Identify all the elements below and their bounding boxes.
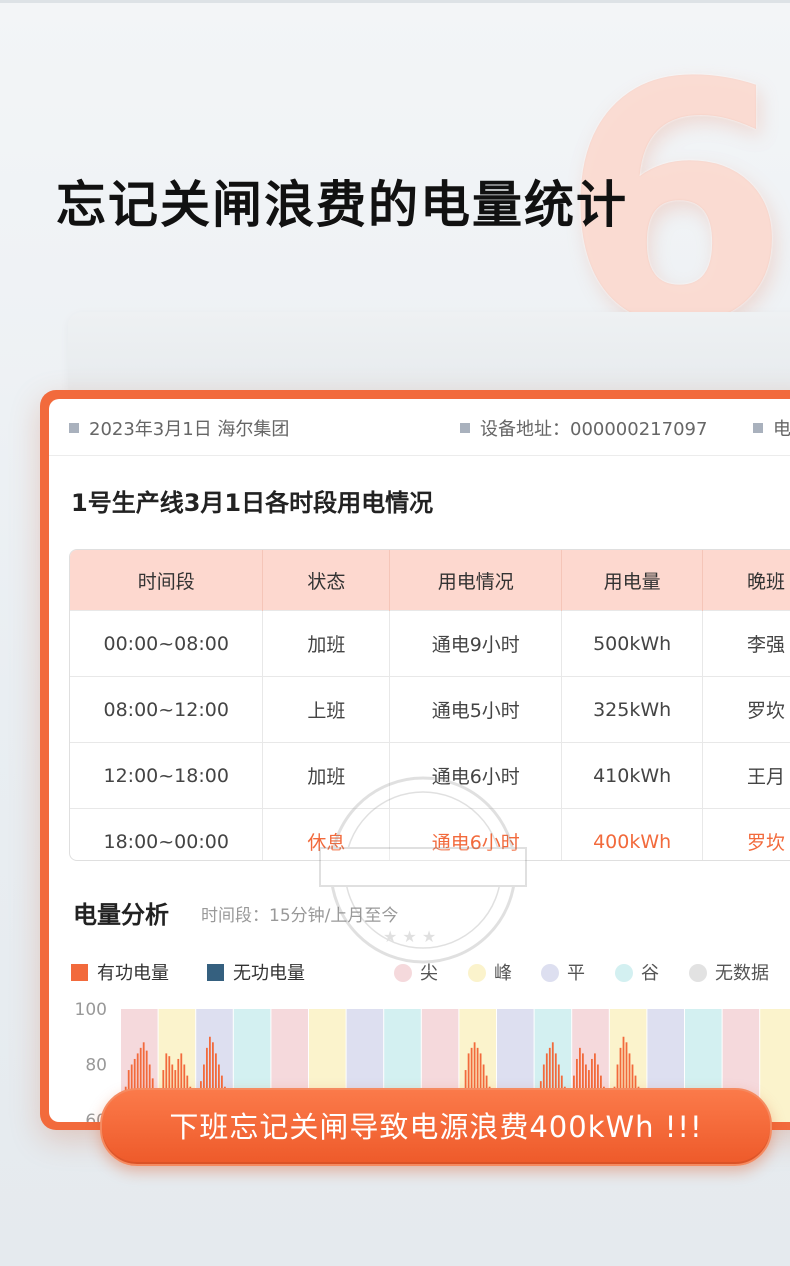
cell-usage: 通电6小时 <box>389 808 563 860</box>
legend-reactive[interactable]: 无功电量 <box>207 959 305 985</box>
legend-sharp[interactable]: 尖 <box>394 959 438 985</box>
cell-status: 加班 <box>262 742 391 809</box>
column-header: 状态 <box>262 550 391 611</box>
analysis-title: 电量分析 <box>73 901 169 929</box>
analysis-subtitle: 时间段：15分钟/上月至今 <box>201 906 399 926</box>
table-row: 00:00~08:00 加班 通电9小时 500kWh 李强 <box>70 610 790 677</box>
legend-label: 尖 <box>420 963 438 984</box>
active-swatch-icon <box>71 964 88 981</box>
cell-kwh: 500kWh <box>561 610 704 677</box>
legend-label: 有功电量 <box>97 963 169 984</box>
square-bullet-icon <box>460 423 470 433</box>
legend-label: 无数据 <box>715 963 769 984</box>
cell-period: 12:00~18:00 <box>70 742 264 809</box>
report-card-body: 2023年3月1日 海尔集团 设备地址：000000217097 电 1号生产线… <box>49 399 790 1122</box>
legend-label: 谷 <box>641 963 659 984</box>
y-tick-label: 100 <box>75 1000 107 1020</box>
column-header: 用电量 <box>561 550 704 611</box>
cell-person: 罗坎 <box>702 808 790 860</box>
square-bullet-icon <box>753 423 763 433</box>
extra-info: 电 <box>753 415 790 441</box>
legend-flat[interactable]: 平 <box>541 959 585 985</box>
no-data-dot-icon <box>689 964 707 982</box>
reactive-swatch-icon <box>207 964 224 981</box>
cell-usage: 通电9小时 <box>389 610 563 677</box>
legend-peak[interactable]: 峰 <box>468 959 512 985</box>
cell-kwh: 325kWh <box>561 676 704 743</box>
cell-status: 休息 <box>262 808 391 860</box>
date-company-text: 2023年3月1日 海尔集团 <box>89 419 290 440</box>
table-row: 12:00~18:00 加班 通电6小时 410kWh 王月 <box>70 742 790 809</box>
usage-table-wrapper: 时间段 状态 用电情况 用电量 晚班 00:00~08:00 加班 通电9小时 … <box>69 549 790 861</box>
cell-kwh: 400kWh <box>561 808 704 860</box>
legend-active[interactable]: 有功电量 <box>71 959 169 985</box>
cell-status: 加班 <box>262 610 391 677</box>
flat-dot-icon <box>541 964 559 982</box>
cell-period: 08:00~12:00 <box>70 676 264 743</box>
device-address-info: 设备地址：000000217097 <box>460 415 707 441</box>
legend-valley[interactable]: 谷 <box>615 959 659 985</box>
report-card: 2023年3月1日 海尔集团 设备地址：000000217097 电 1号生产线… <box>40 390 790 1130</box>
valley-dot-icon <box>615 964 633 982</box>
usage-table: 时间段 状态 用电情况 用电量 晚班 00:00~08:00 加班 通电9小时 … <box>70 550 790 860</box>
legend-label: 无功电量 <box>233 963 305 984</box>
cell-usage: 通电6小时 <box>389 742 563 809</box>
table-row-highlighted: 18:00~00:00 休息 通电6小时 400kWh 罗坎 <box>70 808 790 860</box>
top-divider <box>0 0 790 3</box>
legend-label: 峰 <box>494 963 512 984</box>
date-company-info: 2023年3月1日 海尔集团 <box>69 415 289 441</box>
device-address-text: 设备地址：000000217097 <box>480 419 708 440</box>
y-tick-label: 80 <box>85 1056 107 1076</box>
cell-status: 上班 <box>262 676 391 743</box>
column-header: 晚班 <box>702 550 790 611</box>
legend-label: 平 <box>567 963 585 984</box>
warning-banner: 下班忘记关闸导致电源浪费400kWh !!! <box>100 1088 772 1166</box>
table-header-row: 时间段 状态 用电情况 用电量 晚班 <box>70 550 790 611</box>
page-headline: 忘记关闸浪费的电量统计 <box>56 176 628 234</box>
section-title: 1号生产线3月1日各时段用电情况 <box>71 489 434 517</box>
square-bullet-icon <box>69 423 79 433</box>
cell-kwh: 410kWh <box>561 742 704 809</box>
cell-usage: 通电5小时 <box>389 676 563 743</box>
cell-person: 罗坎 <box>702 676 790 743</box>
info-bar: 2023年3月1日 海尔集团 设备地址：000000217097 电 <box>49 399 790 456</box>
column-header: 用电情况 <box>389 550 563 611</box>
cell-period: 00:00~08:00 <box>70 610 264 677</box>
background-card <box>68 312 790 402</box>
extra-info-text: 电 <box>773 419 790 440</box>
legend-no-data[interactable]: 无数据 <box>689 959 769 985</box>
cell-person: 王月 <box>702 742 790 809</box>
cell-period: 18:00~00:00 <box>70 808 264 860</box>
table-row: 08:00~12:00 上班 通电5小时 325kWh 罗坎 <box>70 676 790 743</box>
cell-person: 李强 <box>702 610 790 677</box>
peak-dot-icon <box>468 964 486 982</box>
column-header: 时间段 <box>70 550 264 611</box>
sharp-dot-icon <box>394 964 412 982</box>
